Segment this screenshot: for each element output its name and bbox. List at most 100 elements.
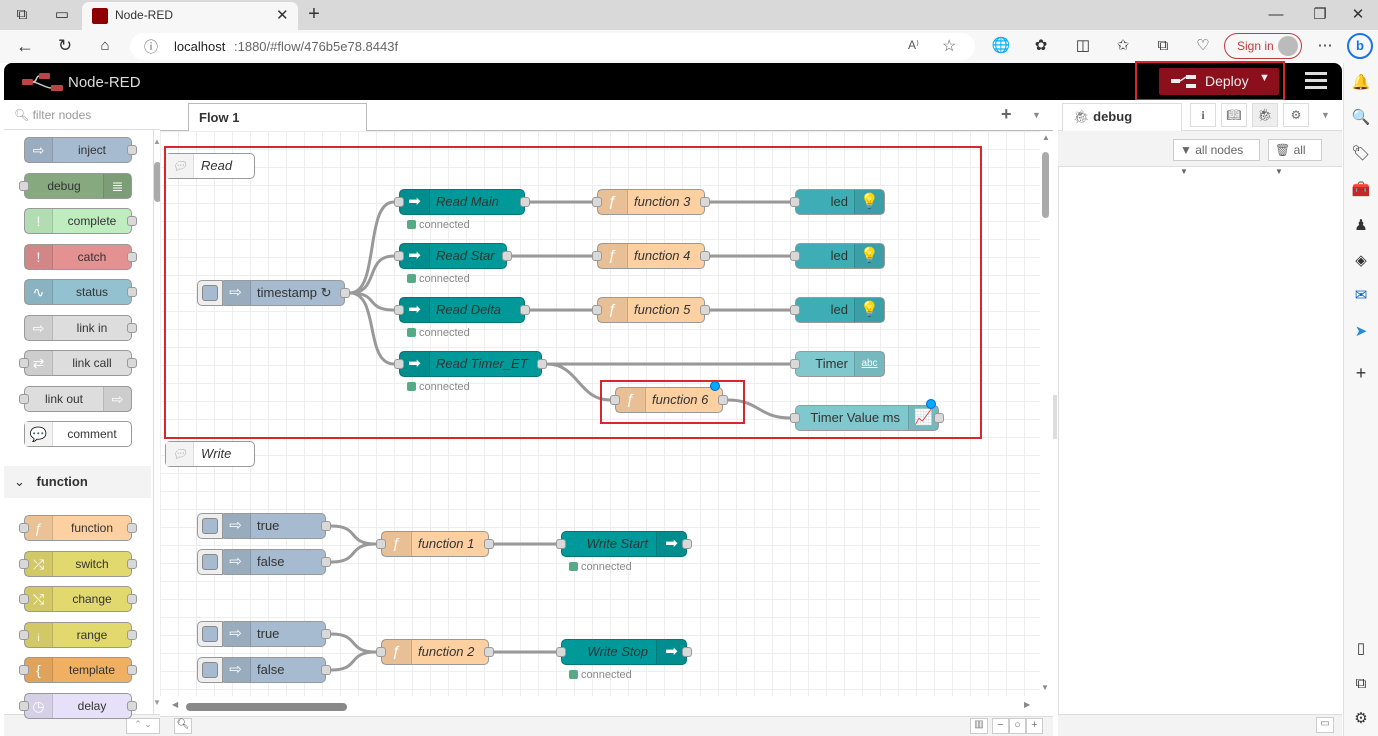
output-port[interactable]: [321, 629, 331, 639]
extensions-icon[interactable]: ✿: [1030, 36, 1052, 56]
add-sidebar-app-icon[interactable]: +: [1351, 363, 1371, 383]
clear-all-button[interactable]: 🗑︎ all ▼: [1268, 139, 1322, 176]
zoom-out-icon[interactable]: −: [992, 718, 1009, 734]
palette-node-template[interactable]: {template: [19, 657, 137, 683]
collapse-expand-all-icon[interactable]: ⌃ ⌄: [126, 718, 160, 734]
sidebar-resize-handle[interactable]: [1053, 395, 1057, 439]
output-port[interactable]: [682, 647, 692, 657]
input-port[interactable]: [376, 647, 386, 657]
node-write-stop[interactable]: ➡ Write Stop: [556, 639, 692, 665]
refresh-icon[interactable]: ↻: [54, 36, 76, 56]
debug-tab-icon[interactable]: 🐞︎: [1252, 103, 1278, 127]
output-port[interactable]: [321, 557, 331, 567]
node-true2[interactable]: ⇨ true: [197, 621, 331, 647]
output-port[interactable]: [682, 539, 692, 549]
zoom-in-icon[interactable]: +: [1026, 718, 1043, 734]
search-icon[interactable]: 🔍: [1351, 108, 1371, 128]
palette-node-comment[interactable]: 💬 comment: [24, 421, 132, 447]
palette-node-switch[interactable]: ⤮ switch: [19, 550, 137, 577]
close-tab-icon[interactable]: ✕: [276, 6, 289, 24]
scroll-right-icon[interactable]: ▶: [1024, 700, 1030, 709]
read-aloud-icon[interactable]: A⁾: [908, 38, 919, 52]
wire-false2-to-function2[interactable]: [330, 650, 377, 672]
filter-nodes-input[interactable]: 🔍︎ filter nodes: [4, 100, 164, 130]
games-icon[interactable]: ♟: [1351, 216, 1371, 236]
palette-node-link-in[interactable]: ⇨ link in: [24, 314, 137, 341]
palette-node-link-call[interactable]: ⇄ link call: [19, 350, 137, 376]
tools-icon[interactable]: 🧰: [1351, 180, 1371, 200]
send-icon[interactable]: ➤: [1351, 322, 1371, 342]
minimize-icon[interactable]: —: [1266, 5, 1286, 25]
main-menu-icon[interactable]: [1305, 72, 1327, 90]
palette-category-function[interactable]: ⌄ function: [4, 466, 151, 498]
flow-list-dropdown-icon[interactable]: ▼: [1032, 110, 1041, 120]
inject-trigger-button[interactable]: [197, 621, 223, 647]
node-false2[interactable]: ⇨ false: [197, 657, 331, 683]
new-tab-icon[interactable]: +: [304, 4, 324, 24]
scroll-down-icon[interactable]: ▼: [1041, 683, 1049, 692]
split-screen-icon[interactable]: ◫: [1072, 36, 1094, 56]
input-port[interactable]: [376, 539, 386, 549]
help-book-icon[interactable]: 📖︎: [1221, 103, 1247, 127]
site-info-icon[interactable]: ⓘ: [144, 37, 158, 57]
browser-tab[interactable]: Node-RED ✕: [82, 2, 298, 30]
palette-node-function[interactable]: ƒ function: [19, 515, 137, 541]
wire-false1-to-function1[interactable]: [330, 542, 377, 564]
favorite-star-icon[interactable]: ☆: [942, 36, 956, 56]
output-port[interactable]: [484, 539, 494, 549]
sidebar-layout-icon[interactable]: ▯: [1351, 639, 1371, 659]
node-write-start[interactable]: ➡ Write Start: [556, 531, 692, 557]
node-false1[interactable]: ⇨ false: [197, 549, 331, 575]
add-flow-icon[interactable]: +: [1001, 104, 1012, 125]
more-menu-icon[interactable]: ⋯: [1314, 36, 1336, 56]
open-debug-window-icon[interactable]: ▭: [1316, 717, 1334, 733]
config-gear-icon[interactable]: ⚙: [1283, 103, 1309, 127]
node-function1[interactable]: ƒ function 1: [376, 531, 494, 557]
palette-node-link-out[interactable]: ⇨ link out: [19, 385, 132, 412]
zoom-reset-icon[interactable]: ○: [1009, 718, 1026, 734]
node-true1[interactable]: ⇨ true: [197, 513, 331, 539]
inject-trigger-button[interactable]: [197, 513, 223, 539]
palette-node-catch[interactable]: ! catch: [24, 243, 137, 270]
inject-trigger-button[interactable]: [197, 657, 223, 683]
palette-node-range[interactable]: ᵢ range: [19, 621, 137, 648]
node-function2[interactable]: ƒ function 2: [376, 639, 494, 665]
notifications-bell-icon[interactable]: 🔔: [1351, 73, 1371, 93]
palette-node-inject[interactable]: ⇨ inject: [24, 137, 137, 163]
profile-avatar[interactable]: [1278, 36, 1298, 56]
close-window-icon[interactable]: ✕: [1348, 5, 1368, 25]
scroll-left-icon[interactable]: ◀: [172, 700, 178, 709]
tab-actions-icon[interactable]: ▭: [52, 5, 72, 25]
canvas-vertical-scrollbar[interactable]: ▲ ▼: [1040, 131, 1053, 696]
info-tab-icon[interactable]: i: [1190, 103, 1216, 127]
canvas-scroll-thumb[interactable]: [1042, 152, 1049, 218]
palette-node-debug[interactable]: ≣ debug: [19, 172, 132, 199]
browser-essentials-icon[interactable]: ♡: [1192, 36, 1214, 56]
input-port[interactable]: [556, 647, 566, 657]
wire-true2-to-function2[interactable]: [330, 632, 377, 654]
palette-node-delay[interactable]: ◷ delay: [19, 692, 137, 719]
sidebar-dropdown-icon[interactable]: ▼: [1321, 110, 1330, 120]
palette-node-complete[interactable]: ! complete: [24, 208, 137, 234]
palette-node-change[interactable]: ⤭ change: [19, 586, 137, 612]
input-port[interactable]: [556, 539, 566, 549]
sidebar-settings-icon[interactable]: ⚙: [1351, 709, 1371, 729]
outlook-icon[interactable]: ✉: [1351, 286, 1371, 306]
canvas-horizontal-scrollbar[interactable]: ◀ ▶: [160, 696, 1040, 716]
tab-flow-1[interactable]: Flow 1: [188, 103, 367, 132]
filter-all-nodes-select[interactable]: ▼ all nodes ▼: [1173, 139, 1260, 176]
output-port[interactable]: [321, 665, 331, 675]
restore-icon[interactable]: ❐: [1310, 5, 1330, 25]
wire-true1-to-function1[interactable]: [330, 524, 377, 546]
url-input[interactable]: ⓘ localhost :1880/#flow/476b5e78.8443f A…: [130, 33, 975, 60]
output-port[interactable]: [484, 647, 494, 657]
canvas-hscroll-thumb[interactable]: [186, 703, 347, 711]
navigator-map-icon[interactable]: ▥: [970, 718, 988, 734]
back-icon[interactable]: ←: [14, 36, 36, 56]
bing-copilot-icon[interactable]: b: [1347, 33, 1373, 59]
workspaces-icon[interactable]: ⧉: [12, 5, 32, 25]
palette-node-status[interactable]: ∿ status: [24, 279, 137, 305]
shopping-tag-icon[interactable]: 🏷: [1351, 144, 1371, 164]
open-external-icon[interactable]: ⧉: [1351, 674, 1371, 694]
extension-globe-icon[interactable]: 🌐: [990, 36, 1012, 56]
